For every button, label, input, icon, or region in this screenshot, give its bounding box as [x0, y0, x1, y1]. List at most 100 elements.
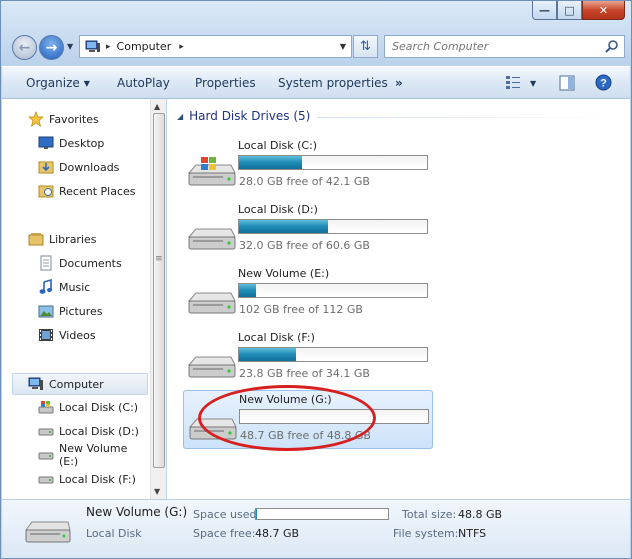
sidebar-label: Videos	[59, 328, 96, 342]
group-title: Hard Disk Drives (5)	[189, 109, 311, 123]
sidebar-item-desktop[interactable]: Desktop	[38, 133, 104, 153]
drive-tile[interactable]: Local Disk (F:) 23.8 GB free of 34.1 GB	[183, 329, 433, 389]
drive-usage-fill	[239, 220, 328, 233]
grip-icon: ≡	[155, 254, 163, 264]
drive-icon	[187, 356, 236, 378]
drive-usage-bar	[238, 155, 428, 170]
address-bar[interactable]: ▸ Computer ▸ ▼	[79, 35, 352, 58]
breadcrumb-computer[interactable]: Computer	[117, 40, 172, 53]
drive-tile[interactable]: New Volume (E:) 102 GB free of 112 GB	[183, 265, 433, 325]
music-icon	[39, 279, 52, 294]
help-button[interactable]: ?	[595, 74, 612, 94]
drive-name: Local Disk (D:)	[238, 203, 318, 216]
drive-tile[interactable]: Local Disk (D:) 32.0 GB free of 60.6 GB	[183, 201, 433, 261]
computer-icon	[28, 377, 43, 390]
sidebar-item-drive-d[interactable]: Local Disk (D:)	[38, 421, 139, 441]
drive-name: New Volume (G:)	[239, 393, 332, 406]
sidebar-label: Pictures	[59, 304, 103, 318]
space-used-label: Space used:	[193, 508, 261, 521]
explorer-window: — □ ✕ ← → ▼ ▸ Computer ▸ ▼ ⇅ Org	[0, 0, 632, 559]
sidebar-label: Desktop	[59, 136, 105, 150]
total-size-value: 48.8 GB	[458, 508, 503, 521]
sidebar-libraries[interactable]: Libraries	[28, 229, 97, 249]
scrollbar-thumb[interactable]	[153, 113, 165, 468]
star-icon	[28, 111, 44, 127]
breadcrumb-separator[interactable]: ▸	[106, 42, 111, 52]
drive-usage-fill	[239, 284, 256, 297]
drive-free-space: 28.0 GB free of 42.1 GB	[239, 175, 370, 188]
maximize-button[interactable]: □	[557, 1, 582, 20]
view-dropdown-icon[interactable]: ▼	[530, 79, 536, 88]
drive-name: Local Disk (F:)	[238, 331, 315, 344]
navigation-pane: Favorites Desktop Downloads Recent Place…	[2, 99, 150, 499]
view-options-button[interactable]	[505, 74, 521, 93]
drive-usage-bar	[239, 409, 429, 424]
organize-label: Organize	[26, 76, 80, 90]
navigation-scrollbar[interactable]: ▲ ≡ ▼	[150, 99, 166, 499]
sidebar-computer[interactable]: Computer	[12, 373, 148, 395]
drive-usage-bar	[238, 347, 428, 362]
drive-icon	[38, 476, 54, 484]
pictures-icon	[38, 305, 54, 318]
properties-button[interactable]: Properties	[195, 76, 256, 90]
drive-name: Local Disk (C:)	[238, 139, 318, 152]
space-free-value: 48.7 GB	[255, 527, 300, 540]
sidebar-item-drive-c[interactable]: Local Disk (C:)	[38, 397, 138, 417]
drive-icon	[187, 292, 236, 314]
minimize-button[interactable]: —	[532, 1, 557, 20]
downloads-folder-icon	[38, 161, 54, 174]
search-input[interactable]	[392, 40, 602, 53]
sidebar-item-downloads[interactable]: Downloads	[38, 157, 119, 177]
sidebar-label: Downloads	[59, 160, 120, 174]
details-drive-type: Local Disk	[86, 527, 142, 540]
group-header[interactable]: ◢ Hard Disk Drives (5)	[177, 109, 310, 123]
details-pane: New Volume (G:) Local Disk Space used: S…	[2, 499, 630, 558]
preview-pane-icon	[559, 75, 575, 91]
content-pane: ◢ Hard Disk Drives (5) Local Disk (C:) 28…	[167, 99, 630, 499]
autoplay-button[interactable]: AutoPlay	[117, 76, 170, 90]
preview-pane-button[interactable]	[559, 75, 575, 94]
details-drive-name: New Volume (G:)	[86, 505, 188, 519]
sidebar-item-documents[interactable]: Documents	[38, 253, 122, 273]
forward-button[interactable]: →	[39, 35, 64, 60]
drive-tile[interactable]: Local Disk (C:) 28.0 GB free of 42.1 GB	[183, 137, 433, 197]
desktop-icon	[38, 136, 54, 149]
scroll-up-icon[interactable]: ▲	[154, 102, 160, 111]
sidebar-item-drive-e[interactable]: New Volume (E:)	[38, 442, 150, 468]
file-system-label: File system:	[393, 527, 459, 540]
drive-icon	[188, 418, 237, 440]
sidebar-item-recent-places[interactable]: Recent Places	[38, 181, 136, 201]
scroll-down-icon[interactable]: ▼	[154, 487, 160, 496]
system-properties-button[interactable]: System properties	[278, 76, 388, 90]
sidebar-item-pictures[interactable]: Pictures	[38, 301, 103, 321]
sidebar-label: Favorites	[49, 112, 99, 126]
sidebar-item-music[interactable]: Music	[38, 277, 90, 297]
sidebar-label: Documents	[59, 256, 122, 270]
drive-free-space: 48.7 GB free of 48.8 GB	[240, 429, 371, 442]
windows-drive-icon	[187, 157, 236, 186]
refresh-icon: ⇅	[360, 39, 371, 54]
sidebar-item-videos[interactable]: Videos	[38, 325, 96, 345]
organize-button[interactable]: Organize ▼	[26, 76, 90, 90]
search-icon[interactable]	[605, 39, 619, 53]
help-icon: ?	[595, 74, 612, 91]
refresh-button[interactable]: ⇅	[353, 35, 378, 58]
address-dropdown-icon[interactable]: ▼	[340, 42, 346, 51]
sidebar-favorites[interactable]: Favorites	[28, 109, 99, 129]
drive-usage-bar	[238, 283, 428, 298]
search-box[interactable]	[384, 35, 625, 58]
back-button[interactable]: ←	[12, 35, 37, 60]
details-usage-bar	[255, 508, 389, 520]
sidebar-label: Music	[59, 280, 91, 294]
drive-tile[interactable]: New Volume (G:) 48.7 GB free of 48.8 GB	[183, 390, 433, 449]
drive-icon	[38, 428, 54, 436]
drive-usage-fill	[239, 156, 302, 169]
command-bar: Organize ▼ AutoPlay Properties System pro…	[2, 66, 630, 99]
close-button[interactable]: ✕	[582, 1, 625, 20]
recent-pages-dropdown[interactable]: ▼	[67, 42, 73, 51]
collapse-icon[interactable]: ◢	[177, 112, 183, 121]
more-commands-button[interactable]: »	[395, 76, 403, 90]
breadcrumb-chevron-icon[interactable]: ▸	[179, 42, 184, 52]
total-size-label: Total size:	[402, 508, 457, 521]
sidebar-item-drive-f[interactable]: Local Disk (F:)	[38, 469, 136, 489]
